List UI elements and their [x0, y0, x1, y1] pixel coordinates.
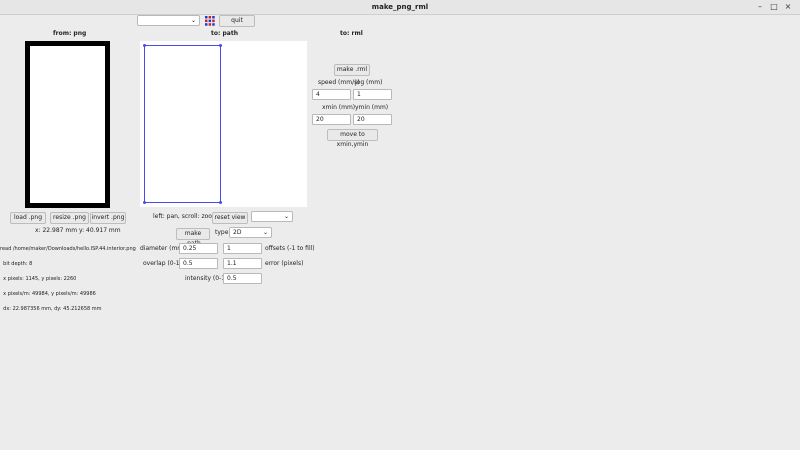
from-png-header: from: png [53, 30, 87, 37]
xmin-field[interactable]: 20 [312, 114, 351, 125]
offsets-field[interactable]: 1 [223, 243, 262, 254]
info-line: dx: 22.987356 mm, dy: 45.212658 mm [0, 306, 102, 312]
type-select[interactable]: 2D ⌄ [229, 227, 272, 238]
move-to-xmin-ymin-button[interactable]: move to xmin,ymin [327, 129, 378, 148]
load-png-button[interactable]: load .png [10, 212, 46, 224]
to-rml-header: to: rml [340, 30, 363, 37]
reset-view-button[interactable]: reset view [212, 212, 248, 224]
ymin-field[interactable]: 20 [353, 114, 392, 125]
overlap-field[interactable]: 0.5 [179, 258, 218, 269]
speed-label: speed (mm/s) [318, 79, 360, 86]
info-line: x pixels/m: 49984, y pixels/m: 49986 [0, 291, 96, 297]
make-path-button[interactable]: make .path [176, 228, 210, 247]
chevron-down-icon: ⌄ [190, 17, 196, 24]
diameter-field[interactable]: 0.25 [179, 243, 218, 254]
resize-png-button[interactable]: resize .png [50, 212, 89, 224]
speed-field[interactable]: 4 [312, 89, 351, 100]
jog-label: jog (mm) [355, 79, 383, 86]
invert-png-button[interactable]: invert .png [90, 212, 126, 224]
maximize-button[interactable]: □ [768, 2, 780, 12]
png-preview-interior [30, 46, 105, 203]
window-title: make_png_rml [371, 3, 429, 11]
info-line: bit depth: 8 [0, 261, 33, 267]
overlap-label: overlap (0-1) [143, 260, 182, 267]
info-line: x pixels: 1145, y pixels: 2260 [0, 276, 77, 282]
make-rml-button[interactable]: make .rml [334, 64, 370, 76]
info-line: read /home/maker/Downloads/hello.ISP.44.… [0, 246, 136, 252]
size-readout: x: 22.987 mm y: 40.917 mm [35, 227, 121, 234]
view-hint: left: pan, scroll: zoom [153, 213, 218, 220]
chevron-down-icon: ⌄ [283, 213, 289, 220]
chevron-down-icon: ⌄ [262, 229, 268, 236]
error-field[interactable]: 1.1 [223, 258, 262, 269]
to-path-header: to: path [211, 30, 238, 37]
type-select-value: 2D [233, 229, 242, 236]
xmin-label: xmin (mm) [322, 104, 356, 111]
path-outline [143, 44, 222, 204]
png-info-text: read /home/maker/Downloads/hello.ISP.44.… [0, 237, 136, 317]
top-dropdown[interactable]: ⌄ [137, 15, 200, 26]
grid-icon[interactable] [205, 16, 215, 26]
view-select[interactable]: ⌄ [251, 211, 293, 222]
close-button[interactable]: × [782, 2, 794, 12]
intensity-label: intensity (0-1) [185, 275, 228, 282]
error-label: error (pixels) [265, 260, 304, 267]
title-bar: make_png_rml – □ × [0, 0, 800, 15]
quit-button[interactable]: quit [219, 15, 255, 27]
minimize-button[interactable]: – [754, 2, 766, 12]
jog-field[interactable]: 1 [353, 89, 392, 100]
path-view-canvas[interactable] [140, 41, 307, 207]
png-preview [25, 41, 110, 208]
offsets-label: offsets (-1 to fill) [265, 245, 315, 252]
intensity-field[interactable]: 0.5 [223, 273, 262, 284]
ymin-label: ymin (mm) [355, 104, 389, 111]
